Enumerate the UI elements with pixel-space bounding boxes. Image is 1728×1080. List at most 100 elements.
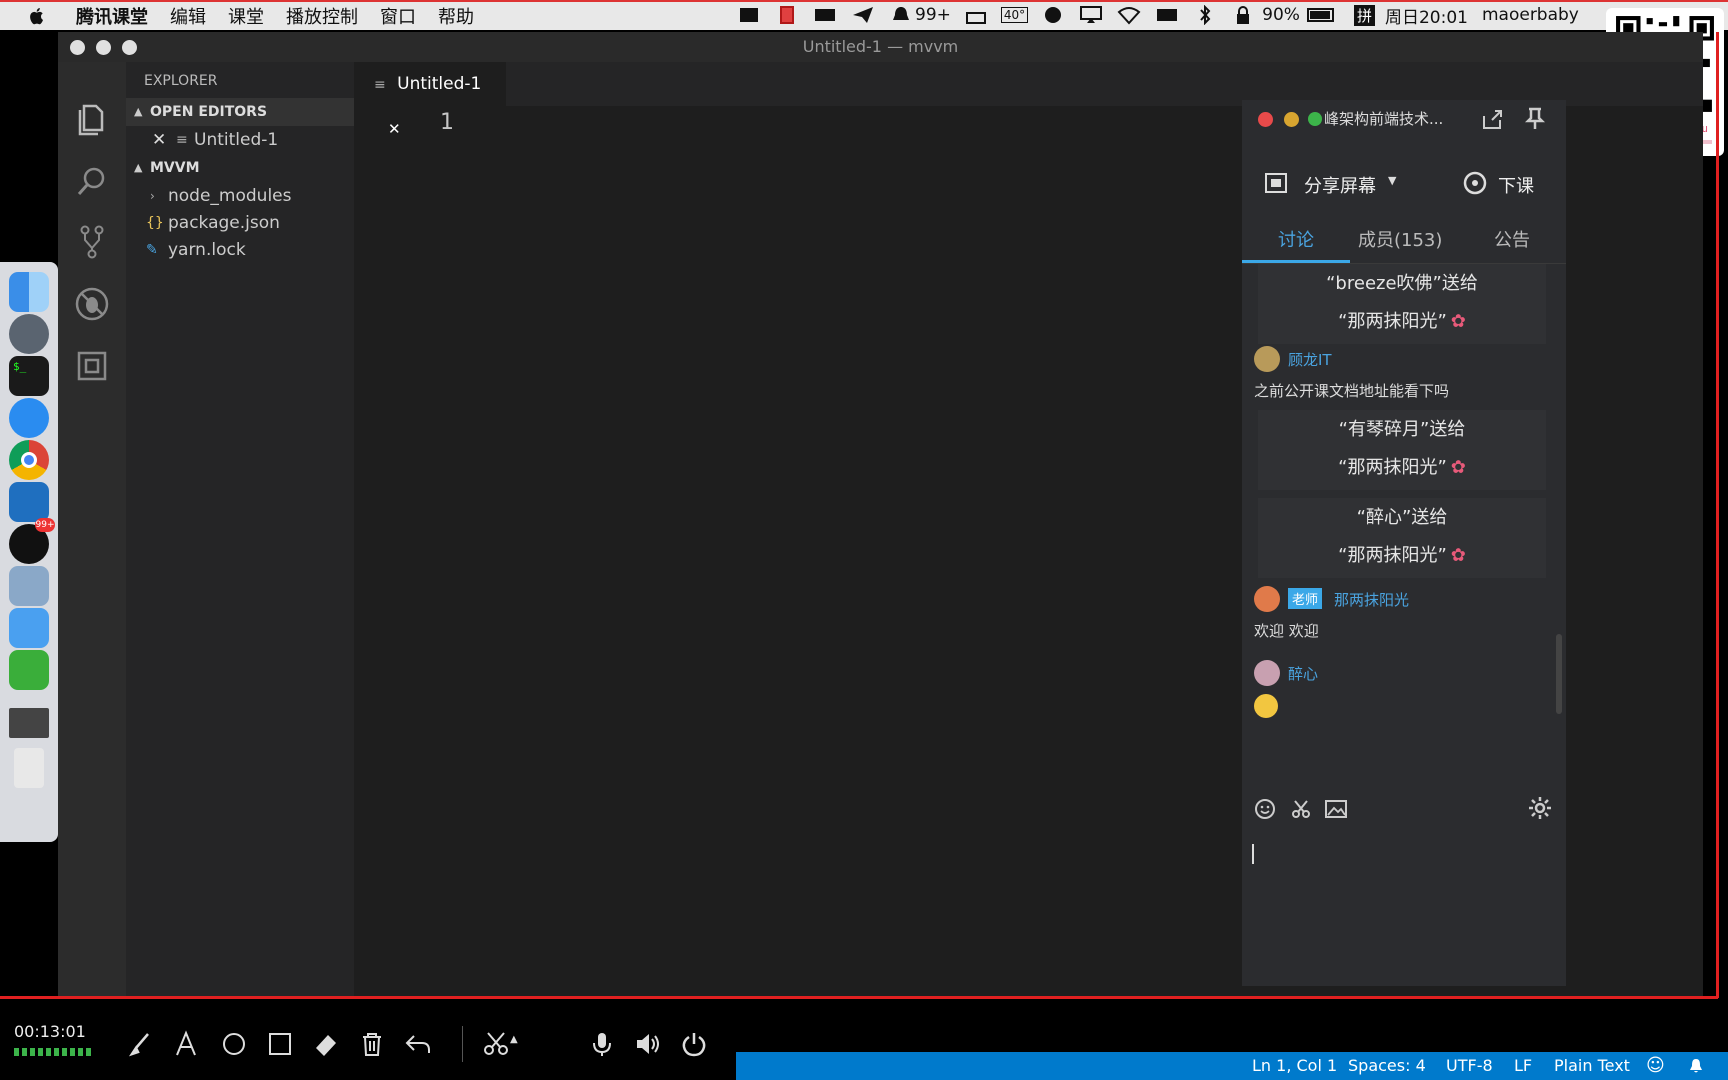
gear-icon[interactable] bbox=[1528, 796, 1552, 820]
wifi-share-icon[interactable] bbox=[964, 5, 988, 25]
power-icon[interactable] bbox=[680, 1030, 708, 1058]
scissors-icon[interactable] bbox=[1290, 798, 1312, 820]
menu-edit[interactable]: 编辑 bbox=[170, 3, 206, 29]
chrome-icon[interactable] bbox=[9, 440, 49, 480]
avatar[interactable] bbox=[1254, 586, 1280, 612]
open-editors-header[interactable]: ▲ OPEN EDITORS bbox=[126, 98, 354, 126]
memory-icon[interactable] bbox=[1155, 5, 1179, 25]
explorer-icon[interactable] bbox=[72, 100, 112, 140]
chat-list[interactable]: “breeze吹佛”送给 “那两抹阳光” ✿ 顾龙IT 之前公开课文档地址能看下吗… bbox=[1242, 264, 1566, 784]
menu-playback[interactable]: 播放控制 bbox=[286, 3, 358, 29]
clock[interactable]: 周日20:01 bbox=[1385, 3, 1468, 28]
source-control-icon[interactable] bbox=[72, 222, 112, 262]
end-class-icon[interactable] bbox=[1462, 170, 1488, 196]
notes-icon[interactable] bbox=[737, 5, 761, 25]
qq-icon[interactable]: 99+ bbox=[9, 518, 55, 564]
tab-announcement[interactable]: 公告 bbox=[1494, 226, 1530, 252]
emoji-icon[interactable] bbox=[1254, 798, 1276, 820]
menu-window[interactable]: 窗口 bbox=[380, 3, 416, 29]
end-class-button[interactable]: 下课 bbox=[1498, 172, 1534, 198]
eraser-icon[interactable] bbox=[312, 1030, 340, 1058]
scissors-icon[interactable] bbox=[482, 1030, 510, 1058]
editor-text-area[interactable] bbox=[478, 106, 1238, 986]
chat-scrollbar[interactable] bbox=[1556, 634, 1562, 714]
tab-members[interactable]: 成员(153) bbox=[1358, 226, 1442, 252]
text-icon[interactable] bbox=[172, 1030, 200, 1058]
circle-icon[interactable] bbox=[220, 1030, 248, 1058]
preview-icon[interactable] bbox=[9, 566, 49, 606]
terminal-icon[interactable]: $_ bbox=[9, 356, 49, 396]
window-minimize-button[interactable] bbox=[96, 40, 111, 55]
cpu-temp[interactable]: 40° bbox=[1000, 7, 1029, 23]
camtasia-icon[interactable] bbox=[9, 650, 49, 690]
share-screen-icon[interactable] bbox=[1264, 172, 1288, 194]
share-out-icon[interactable] bbox=[1480, 108, 1504, 130]
film-icon[interactable] bbox=[775, 5, 799, 25]
airplay-icon[interactable] bbox=[1079, 5, 1103, 25]
launchpad-icon[interactable] bbox=[9, 314, 49, 354]
microphone-icon[interactable] bbox=[588, 1030, 616, 1058]
tab-discussion[interactable]: 讨论 bbox=[1278, 226, 1314, 252]
undo-icon[interactable] bbox=[404, 1030, 432, 1058]
share-screen-button[interactable]: 分享屏幕 bbox=[1304, 172, 1376, 198]
gift-line: “那两抹阳光” bbox=[1338, 311, 1447, 332]
open-editor-item[interactable]: ✕ ≡ Untitled-1 bbox=[126, 126, 354, 154]
cursor-position[interactable]: Ln 1, Col 1 bbox=[1252, 1052, 1337, 1080]
input-method[interactable]: 拼 bbox=[1353, 4, 1375, 26]
group-icon bbox=[1308, 112, 1322, 126]
pin-icon[interactable] bbox=[1524, 106, 1546, 130]
evernote-icon[interactable] bbox=[1041, 5, 1065, 25]
trash-icon[interactable] bbox=[358, 1030, 386, 1058]
safari-icon[interactable] bbox=[9, 398, 49, 438]
user-name[interactable]: maoerbaby bbox=[1482, 5, 1579, 25]
menu-class[interactable]: 课堂 bbox=[228, 3, 264, 29]
tree-item-package-json[interactable]: {} package.json bbox=[126, 209, 354, 237]
end-of-line[interactable]: LF bbox=[1514, 1052, 1532, 1080]
bell-icon[interactable] bbox=[1688, 1058, 1704, 1074]
avatar[interactable] bbox=[1254, 660, 1280, 686]
tree-item-node-modules[interactable]: › node_modules bbox=[126, 182, 354, 210]
chat-input[interactable] bbox=[1252, 844, 1552, 974]
panel-minimize-button[interactable] bbox=[1284, 112, 1299, 127]
language-mode[interactable]: Plain Text bbox=[1554, 1052, 1630, 1080]
close-icon[interactable]: ✕ bbox=[152, 126, 166, 154]
bluetooth-icon[interactable] bbox=[1193, 5, 1217, 25]
wifi-icon[interactable] bbox=[1117, 5, 1141, 25]
window-zoom-button[interactable] bbox=[122, 40, 137, 55]
window-close-button[interactable] bbox=[70, 40, 85, 55]
battery-percent[interactable]: 90% bbox=[1262, 5, 1300, 25]
avatar[interactable] bbox=[1254, 346, 1280, 372]
chat-username[interactable]: 顾龙IT bbox=[1288, 349, 1332, 370]
brush-icon[interactable] bbox=[126, 1030, 154, 1058]
chat-username[interactable]: 醉心 bbox=[1288, 663, 1318, 684]
tree-item-yarn-lock[interactable]: ✎ yarn.lock bbox=[126, 236, 354, 264]
vscode-icon[interactable] bbox=[9, 482, 49, 522]
speaker-icon[interactable] bbox=[634, 1030, 662, 1058]
project-header[interactable]: ▲ MVVM bbox=[126, 154, 354, 182]
search-icon[interactable] bbox=[72, 162, 112, 202]
qq-bell-icon[interactable] bbox=[889, 5, 913, 25]
apple-icon[interactable] bbox=[28, 6, 46, 26]
menu-help[interactable]: 帮助 bbox=[438, 3, 474, 29]
debug-icon[interactable] bbox=[72, 284, 112, 324]
tencent-video-icon[interactable] bbox=[9, 608, 49, 648]
indentation[interactable]: Spaces: 4 bbox=[1348, 1052, 1426, 1080]
trash-icon[interactable] bbox=[14, 748, 44, 788]
dropdown-arrow-icon[interactable]: ▼ bbox=[1388, 174, 1396, 187]
chat-username[interactable]: 那两抹阳光 bbox=[1334, 589, 1409, 610]
finder-icon[interactable] bbox=[9, 272, 49, 312]
tab-untitled-1[interactable]: ≡ Untitled-1 ✕ bbox=[354, 62, 506, 138]
menu-app[interactable]: 腾讯课堂 bbox=[76, 3, 148, 29]
dropdown-arrow-icon[interactable]: ▲ bbox=[510, 1034, 518, 1045]
panel-close-button[interactable] bbox=[1258, 112, 1273, 127]
paper-plane-icon[interactable] bbox=[851, 5, 875, 25]
rectangle-icon[interactable] bbox=[266, 1030, 294, 1058]
screen-thumbnail-icon[interactable] bbox=[9, 708, 49, 738]
display-icon[interactable] bbox=[813, 5, 837, 25]
lock-icon[interactable] bbox=[1231, 5, 1255, 25]
encoding[interactable]: UTF-8 bbox=[1446, 1052, 1493, 1080]
extensions-icon[interactable] bbox=[72, 346, 112, 386]
feedback-smiley-icon[interactable]: ☺ bbox=[1646, 1052, 1665, 1080]
image-icon[interactable] bbox=[1324, 798, 1348, 820]
battery-icon[interactable] bbox=[1306, 5, 1337, 25]
